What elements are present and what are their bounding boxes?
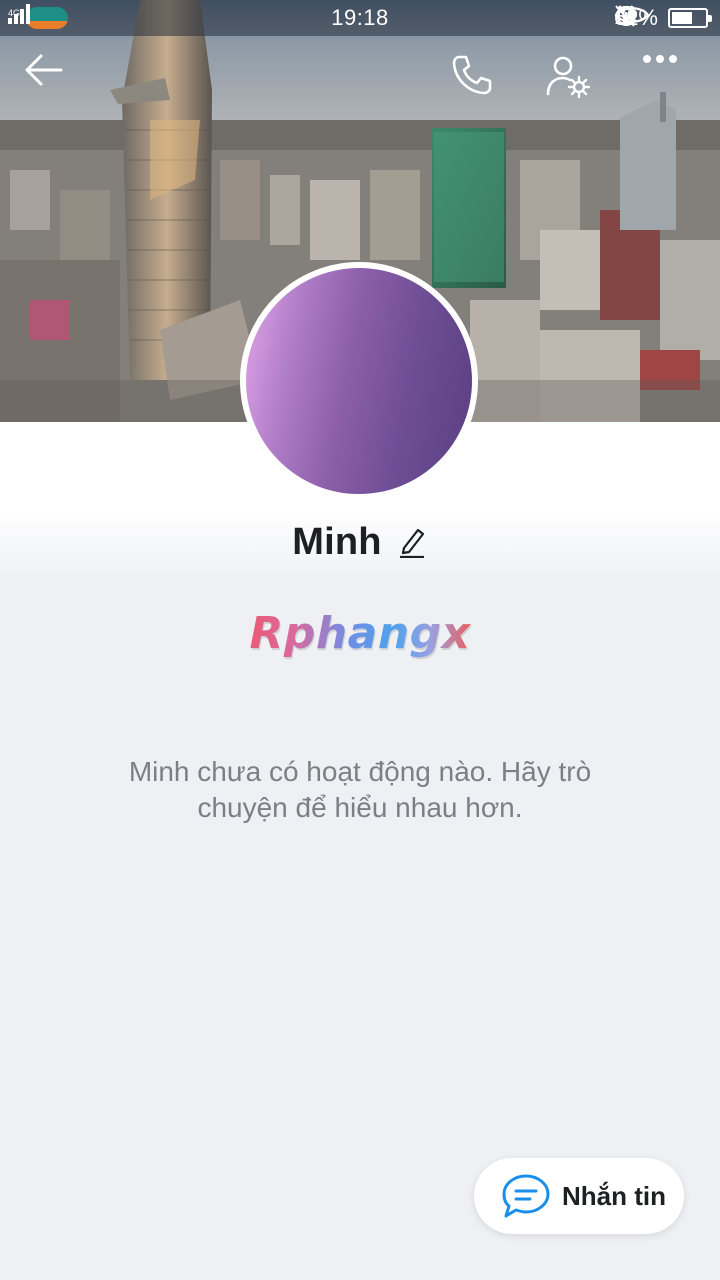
send-message-button[interactable]: Nhắn tin [474,1158,684,1234]
status-time: 19:18 [331,5,389,30]
edit-name-button[interactable] [398,525,428,559]
profile-name-row: Minh [0,516,720,568]
moon-icon [616,5,636,26]
profile-settings-button[interactable] [546,54,606,114]
send-message-label: Nhắn tin [562,1180,666,1211]
arrow-left-icon [25,54,63,86]
phone-icon [452,55,492,95]
pencil-icon [399,528,424,558]
battery-icon [668,8,712,28]
more-horizontal-icon [643,55,677,63]
back-button[interactable] [25,54,85,114]
status-bar: 4G 19:18 [0,0,720,36]
watermark-text: Rphangx [249,608,471,659]
user-settings-icon [546,56,590,98]
call-button[interactable] [451,54,511,114]
avatar[interactable] [240,262,478,500]
profile-name: Minh [292,520,382,563]
watermark-logo: Rphangx [0,608,720,659]
chat-bubble-icon [502,1174,550,1218]
more-button[interactable] [642,54,702,114]
status-right-group: 62% [614,4,712,32]
battery-fill [672,12,692,24]
empty-activity-message: Minh chưa có hoạt động nào. Hãy trò chuy… [128,756,592,823]
